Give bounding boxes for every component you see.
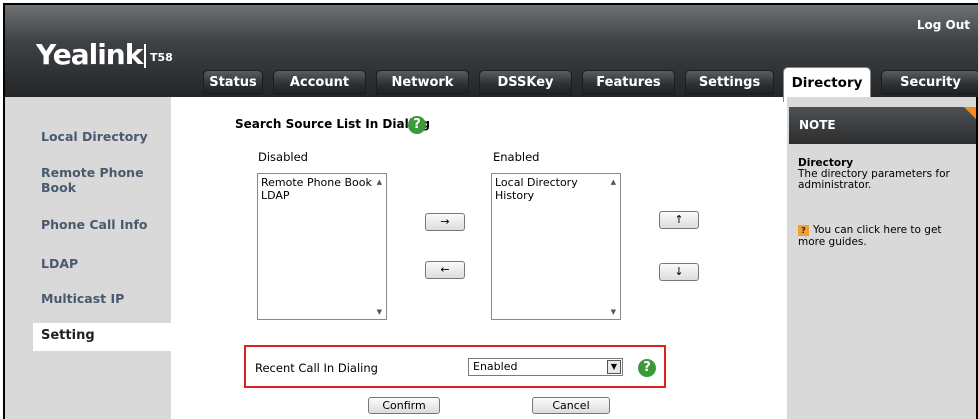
tab-dsskey[interactable]: DSSKey [479,70,572,95]
list-item[interactable]: LDAP [261,189,290,202]
cancel-button[interactable]: Cancel [532,397,610,414]
tab-account[interactable]: Account [273,70,366,95]
move-up-button[interactable]: ↑ [659,211,699,229]
tab-network[interactable]: Network [376,70,469,95]
scroll-down-icon[interactable]: ▼ [377,308,382,316]
recent-call-label: Recent Call In Dialing [255,361,378,375]
list-item[interactable]: Local Directory [495,176,578,189]
logo-divider [144,44,146,68]
move-left-button[interactable]: ← [425,261,465,279]
confirm-button[interactable]: Confirm [368,397,440,414]
guide-link-cont[interactable]: more guides. [798,237,867,248]
note-title: NOTE [789,107,978,144]
sidebar-item-ldap[interactable]: LDAP [41,256,171,271]
disabled-listbox[interactable]: Remote Phone Book LDAP ▲ ▼ [257,173,387,320]
sidebar-item-setting[interactable]: Setting [33,323,173,351]
main-panel: Search Source List In Dialing ? Disabled… [171,97,783,419]
sidebar-item-local-directory[interactable]: Local Directory [41,129,171,144]
move-right-button[interactable]: → [425,213,465,231]
question-circle-icon[interactable]: ? [638,359,656,377]
logout-link[interactable]: Log Out [917,18,970,32]
scroll-up-icon[interactable]: ▲ [611,178,616,186]
tab-settings[interactable]: Settings [685,70,774,95]
move-down-button[interactable]: ↓ [659,263,699,281]
header-bar: Yealink T58 Log Out Status Account Netwo… [3,3,978,102]
tab-status[interactable]: Status [203,70,263,95]
question-circle-icon[interactable]: ? [408,116,426,134]
model-label: T58 [150,51,173,64]
section-title: Search Source List In Dialing [235,117,430,131]
list-item[interactable]: History [495,189,534,202]
yealink-logo: Yealink [36,38,143,71]
chevron-down-icon[interactable]: ▼ [607,360,621,374]
note-text-line: administrator. [798,179,872,191]
recent-call-select[interactable]: Enabled ▼ [468,358,623,376]
recent-call-value: Enabled [473,360,518,373]
scroll-up-icon[interactable]: ▲ [377,178,382,186]
enabled-listbox[interactable]: Local Directory History ▲ ▼ [491,173,621,320]
tab-features[interactable]: Features [582,70,675,95]
scroll-down-icon[interactable]: ▼ [611,308,616,316]
list-item[interactable]: Remote Phone Book [261,176,372,189]
guide-link[interactable]: You can click here to get [813,225,942,236]
disabled-label: Disabled [258,150,308,164]
sidebar-item-phone-call-info[interactable]: Phone Call Info [41,217,171,232]
sidebar-item-multicast-ip[interactable]: Multicast IP [41,291,171,306]
enabled-label: Enabled [493,150,540,164]
guide-icon[interactable]: ? [798,225,809,236]
note-panel: NOTE Directory The directory parameters … [787,97,978,419]
sidebar-item-remote-phone-book[interactable]: Remote Phone Book [41,165,171,195]
sidebar: Local Directory Remote Phone Book Phone … [3,97,173,419]
tab-security[interactable]: Security [881,70,978,95]
